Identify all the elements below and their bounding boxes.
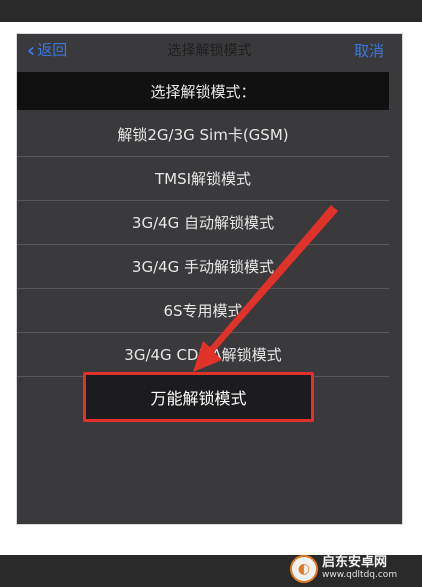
- watermark-name: 启东安卓网: [322, 555, 388, 570]
- navigation-bar: ‹ 返回 选择解锁模式 取消: [17, 34, 402, 64]
- nav-title: 选择解锁模式: [167, 43, 252, 59]
- menu-header: 选择解锁模式：: [17, 72, 389, 110]
- menu-item-gsm-unlock[interactable]: 解锁2G/3G Sim卡(GSM): [17, 112, 389, 157]
- menu-item-manual-unlock[interactable]: 3G/4G 手动解锁模式: [17, 244, 389, 289]
- top-dark-bar: [0, 0, 422, 22]
- menu-item-cdma-unlock[interactable]: 3G/4G CDMA解锁模式: [17, 332, 389, 377]
- watermark-logo-icon: ◐: [290, 555, 318, 583]
- cancel-button[interactable]: 取消: [354, 40, 384, 61]
- watermark-url: www.qdltdq.com: [322, 570, 398, 580]
- menu-item-6s-mode[interactable]: 6S专用模式: [17, 288, 389, 333]
- phone-screen: ‹ 返回 选择解锁模式 取消 选择解锁模式： 解锁2G/3G Sim卡(GSM)…: [17, 34, 402, 524]
- menu-item-universal-unlock[interactable]: 万能解锁模式: [83, 372, 314, 422]
- menu-item-tmsi-unlock[interactable]: TMSI解锁模式: [17, 156, 389, 201]
- menu-item-auto-unlock[interactable]: 3G/4G 自动解锁模式: [17, 200, 389, 245]
- watermark: ◐ 启东安卓网 www.qdltdq.com: [290, 552, 420, 586]
